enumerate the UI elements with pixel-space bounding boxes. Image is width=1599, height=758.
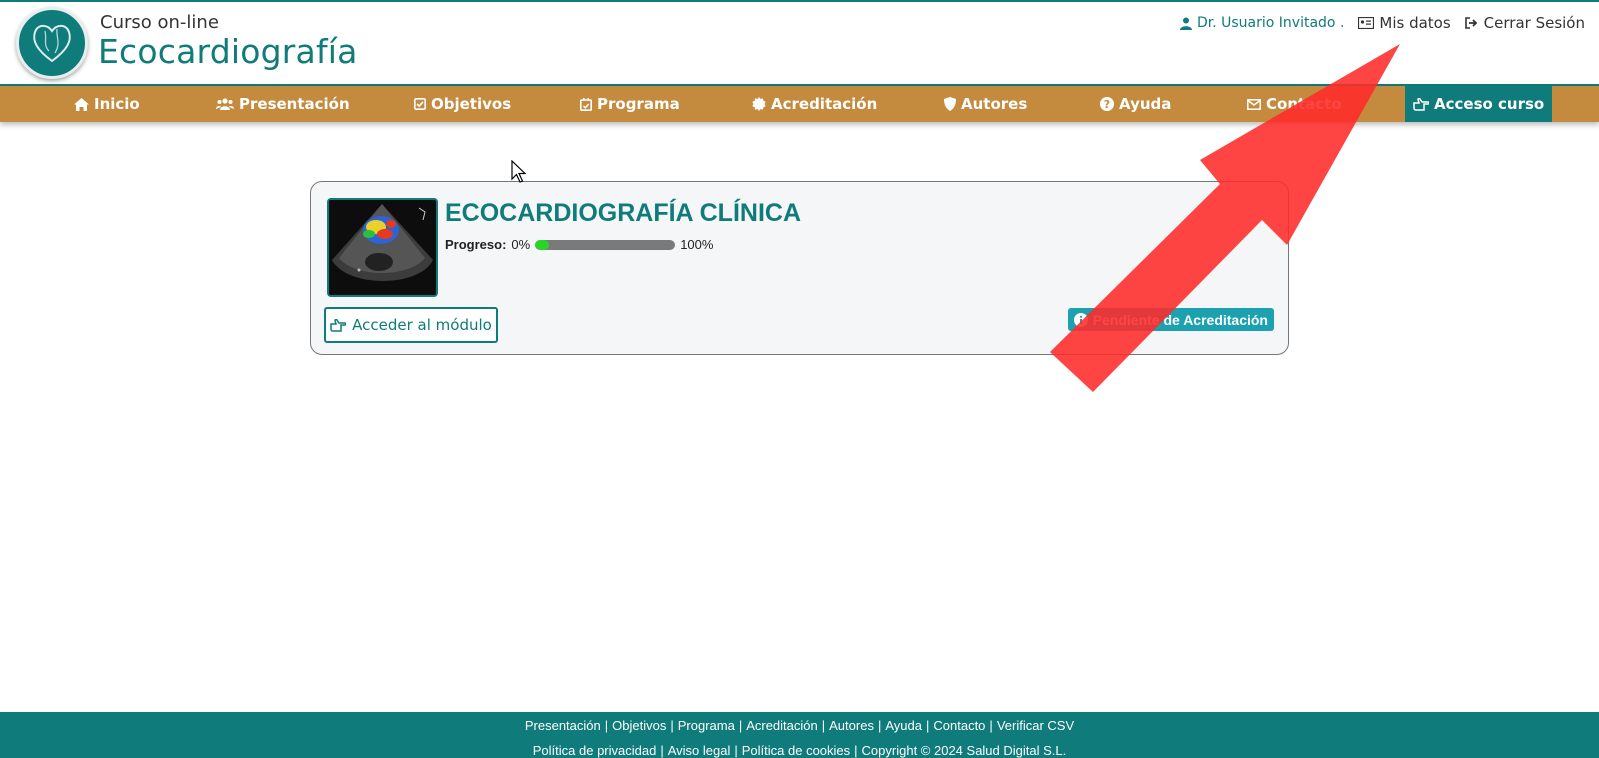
footer-links-primary: Presentación | Objetivos | Programa | Acredita… <box>524 718 1075 733</box>
nav-item-objetivos[interactable]: Objetivos <box>414 86 511 122</box>
nav-label: Presentación <box>239 95 350 113</box>
nav-label: Inicio <box>94 95 140 113</box>
nav-item-autores[interactable]: Autores <box>944 86 1027 122</box>
certificate-icon <box>752 97 766 111</box>
nav-label: Acreditación <box>771 95 878 113</box>
nav-label: Objetivos <box>431 95 512 113</box>
footer-link-programa[interactable]: Programa <box>678 718 735 733</box>
hand-point-right-icon <box>330 318 347 332</box>
shield-icon <box>944 97 956 111</box>
module-title: ECOCARDIOGRAFÍA CLÍNICA <box>445 199 802 227</box>
mouse-cursor-icon <box>511 160 527 183</box>
logout-link[interactable]: Cerrar Sesión <box>1464 14 1585 32</box>
accreditation-status-badge: Pendiente de Acreditación <box>1067 308 1274 331</box>
footer-link-privacidad[interactable]: Política de privacidad <box>533 743 657 758</box>
footer-link-presentacion[interactable]: Presentación <box>525 718 601 733</box>
check-square-icon <box>414 98 426 110</box>
footer-link-autores[interactable]: Autores <box>829 718 874 733</box>
main-navigation: Inicio Presentación Objetivos Programa A… <box>0 86 1599 122</box>
info-circle-icon <box>1073 312 1088 327</box>
user-icon <box>1179 17 1192 30</box>
brand-subtitle: Curso on-line <box>100 12 219 33</box>
progress-min: 0% <box>511 237 531 252</box>
footer-link-cookies[interactable]: Política de cookies <box>742 743 850 758</box>
user-name: Dr. Usuario Invitado . <box>1196 15 1345 31</box>
nav-item-ayuda[interactable]: ? Ayuda <box>1100 86 1171 122</box>
footer-links-legal: Política de privacidad | Aviso legal | Polít… <box>532 743 1067 758</box>
nav-item-acceso-curso[interactable]: Acceso curso <box>1405 86 1553 122</box>
status-badge-label: Pendiente de Acreditación <box>1092 311 1268 328</box>
nav-label: Ayuda <box>1119 95 1172 113</box>
nav-item-acreditacion[interactable]: Acreditación <box>752 86 877 122</box>
nav-item-presentacion[interactable]: Presentación <box>216 86 350 122</box>
nav-item-programa[interactable]: Programa <box>580 86 680 122</box>
footer-copyright: Copyright © 2024 Salud Digital S.L. <box>861 743 1067 758</box>
my-data-link[interactable]: Mis datos <box>1358 14 1451 32</box>
users-icon <box>216 98 234 110</box>
nav-label: Autores <box>961 95 1028 113</box>
footer-link-verificar-csv[interactable]: Verificar CSV <box>997 718 1074 733</box>
nav-label: Acceso curso <box>1434 95 1545 113</box>
echo-thumbnail[interactable] <box>327 198 438 297</box>
id-card-icon <box>1358 17 1375 29</box>
logout-label: Cerrar Sesión <box>1483 14 1585 32</box>
module-card: ECOCARDIOGRAFÍA CLÍNICA Progreso: 0% 100… <box>310 181 1289 355</box>
footer-link-ayuda[interactable]: Ayuda <box>885 718 922 733</box>
hand-point-right-icon <box>1413 97 1429 111</box>
progress-bar <box>535 239 676 250</box>
user-links: Dr. Usuario Invitado . Mis datos Cerrar … <box>1179 14 1585 32</box>
footer-link-objetivos[interactable]: Objetivos <box>612 718 666 733</box>
calendar-check-icon <box>580 97 592 111</box>
progress-max: 100% <box>680 237 714 252</box>
site-footer: Presentación | Objetivos | Programa | Acredita… <box>0 712 1599 758</box>
footer-link-contacto[interactable]: Contacto <box>933 718 985 733</box>
question-circle-icon: ? <box>1100 97 1114 111</box>
nav-label: Contacto <box>1266 95 1342 113</box>
home-icon <box>74 97 89 111</box>
progress-label: Progreso: <box>445 237 507 252</box>
my-data-label: Mis datos <box>1379 14 1451 32</box>
progress-indicator: Progreso: 0% 100% <box>445 237 713 252</box>
access-module-button[interactable]: Acceder al módulo <box>324 307 498 343</box>
nav-item-inicio[interactable]: Inicio <box>74 86 140 122</box>
footer-link-aviso-legal[interactable]: Aviso legal <box>668 743 731 758</box>
envelope-icon <box>1247 98 1261 110</box>
sign-out-icon <box>1464 17 1477 29</box>
footer-link-acreditacion[interactable]: Acreditación <box>746 718 818 733</box>
heart-logo-icon[interactable] <box>16 7 88 79</box>
svg-text:?: ? <box>1104 98 1110 111</box>
access-module-label: Acceder al módulo <box>352 316 492 334</box>
user-profile-link[interactable]: Dr. Usuario Invitado . <box>1179 15 1345 31</box>
progress-bar-fill <box>535 239 550 250</box>
site-header: Curso on-line Ecocardiografía Dr. Usuari… <box>0 2 1599 84</box>
nav-item-contacto[interactable]: Contacto <box>1247 86 1342 122</box>
brand-title[interactable]: Ecocardiografía <box>98 32 358 71</box>
nav-label: Programa <box>597 95 680 113</box>
